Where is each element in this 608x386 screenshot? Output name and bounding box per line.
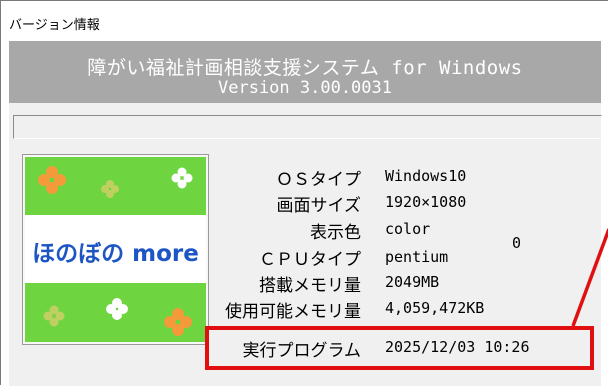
annotation-arrow <box>571 228 608 327</box>
version-info-window: バージョン情報 障がい福祉計画相談支援システム for Windows Vers… <box>0 0 608 386</box>
